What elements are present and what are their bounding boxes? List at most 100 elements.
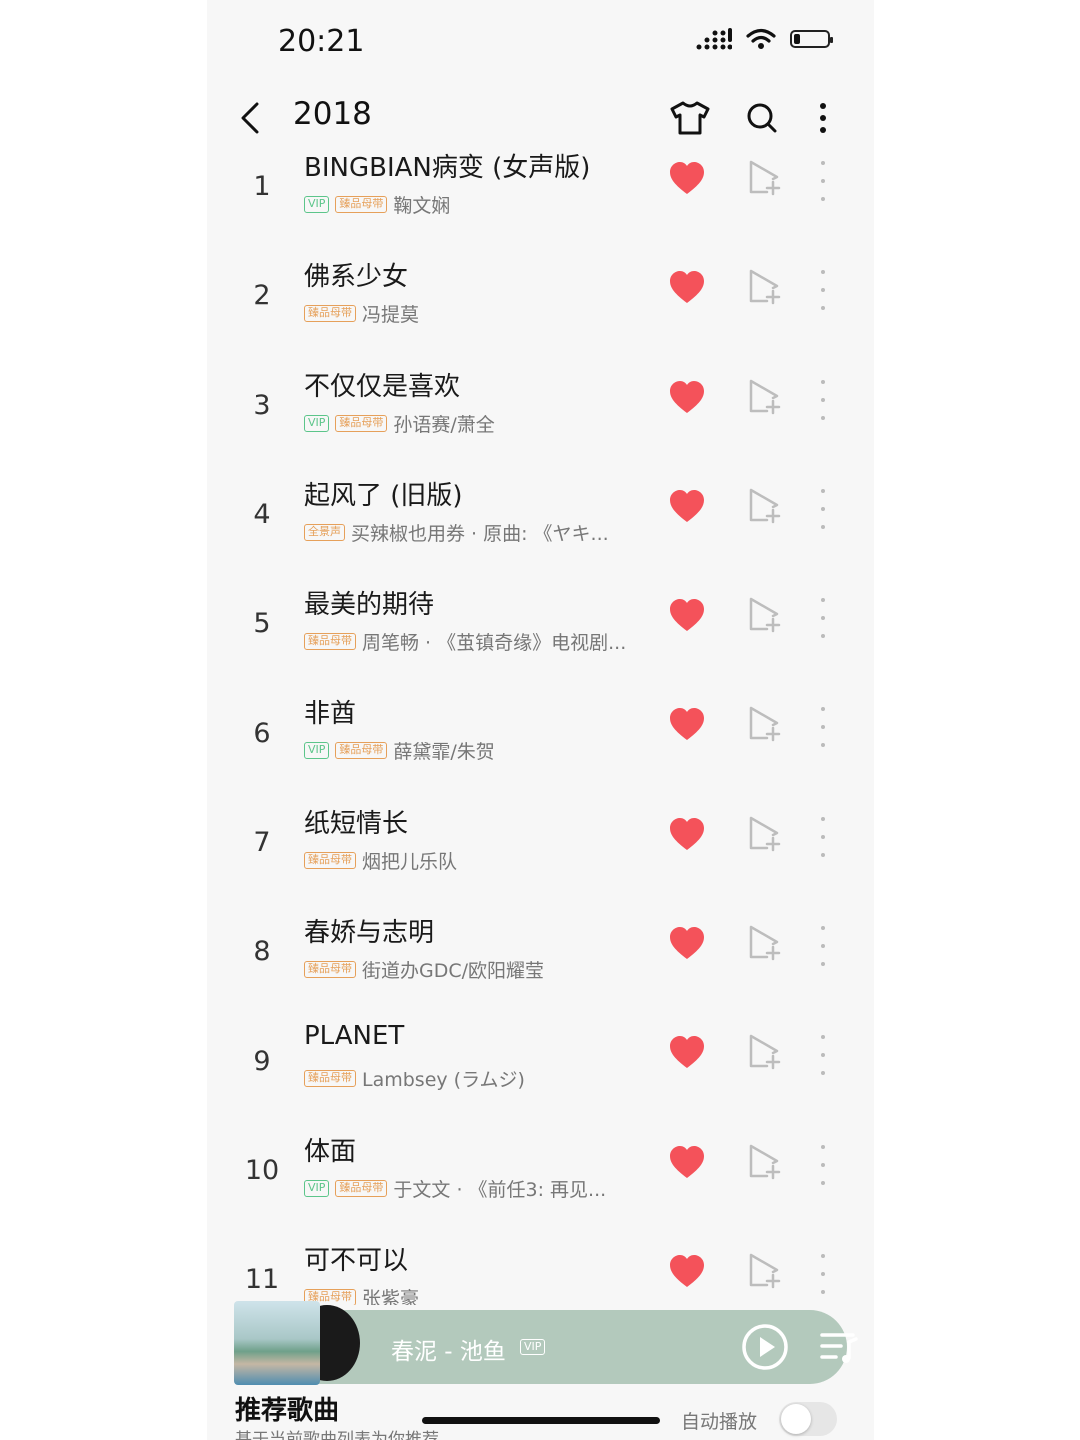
wifi-icon <box>746 28 776 49</box>
back-icon[interactable] <box>235 98 267 138</box>
song-meta: 全景声 买辣椒也用券 · 原曲: 《ヤキ... <box>304 519 609 546</box>
song-row[interactable]: 1 BINGBIAN病变 (女声版) VIP 臻品母带 鞠文娴 <box>207 145 874 234</box>
add-to-playlist-icon[interactable] <box>747 815 781 853</box>
song-more-icon[interactable] <box>813 1035 833 1076</box>
song-artist: 于文文 · 《前任3: 再见... <box>393 1178 607 1201</box>
heart-icon[interactable] <box>669 489 705 524</box>
song-title: 最美的期待 <box>304 590 435 621</box>
song-number: 11 <box>244 1264 280 1296</box>
heart-icon[interactable] <box>669 599 705 633</box>
song-row[interactable]: 7 纸短情长 臻品母带 烟把儿乐队 <box>207 781 874 890</box>
song-meta: 臻品母带 张紫豪 <box>304 1284 419 1305</box>
song-number: 9 <box>253 1045 271 1077</box>
song-more-icon[interactable] <box>813 488 833 529</box>
song-row[interactable]: 9 PLANET 臻品母带 Lambsey (ラムジ) <box>207 999 874 1108</box>
quality-badge: 臻品母带 <box>304 305 356 323</box>
song-more-icon[interactable] <box>813 707 833 748</box>
player-song-title: 春泥 - 池鱼 <box>391 1339 506 1365</box>
song-more-icon[interactable] <box>813 1144 833 1185</box>
song-list[interactable]: 1 BINGBIAN病变 (女声版) VIP 臻品母带 鞠文娴 2 佛系少女 臻品母… <box>207 145 874 1305</box>
song-more-icon[interactable] <box>813 1253 833 1294</box>
playlist-queue-icon[interactable] <box>819 1330 859 1366</box>
recommend-subtitle: 基于当前歌曲列表为你推荐 <box>235 1430 439 1440</box>
song-row[interactable]: 10 体面 VIP 臻品母带 于文文 · 《前任3: 再见... <box>207 1109 874 1218</box>
song-artist: 张紫豪 <box>362 1287 420 1305</box>
add-to-playlist-icon[interactable] <box>747 159 781 197</box>
song-row[interactable]: 6 非酋 VIP 臻品母带 薛黛霏/朱贺 <box>207 671 874 780</box>
song-number: 10 <box>244 1154 280 1186</box>
more-vertical-icon[interactable] <box>801 98 845 138</box>
heart-icon[interactable] <box>669 380 705 415</box>
song-number: 1 <box>253 171 271 203</box>
toggle-knob <box>781 1404 811 1434</box>
tshirt-icon[interactable] <box>668 98 712 138</box>
add-to-playlist-icon[interactable] <box>747 268 781 306</box>
song-more-icon[interactable] <box>813 379 833 420</box>
song-meta: VIP 臻品母带 于文文 · 《前任3: 再见... <box>304 1175 606 1202</box>
add-to-playlist-icon[interactable] <box>747 1143 781 1181</box>
heart-icon[interactable] <box>669 708 705 742</box>
heart-icon[interactable] <box>669 271 705 305</box>
song-artist: Lambsey (ラムジ) <box>362 1069 525 1092</box>
song-meta: 臻品母带 周笔畅 · 《茧镇奇缘》电视剧... <box>304 628 626 655</box>
song-row[interactable]: 2 佛系少女 臻品母带 冯提莫 <box>207 234 874 343</box>
play-icon[interactable] <box>741 1323 789 1371</box>
vip-badge: VIP <box>304 742 330 760</box>
add-to-playlist-icon[interactable] <box>747 1252 781 1290</box>
home-indicator[interactable] <box>422 1417 660 1424</box>
song-artist: 烟把儿乐队 <box>362 850 458 873</box>
signal-icon <box>696 28 732 50</box>
heart-icon[interactable] <box>669 927 705 961</box>
autoplay-toggle[interactable] <box>779 1402 837 1436</box>
quality-badge: 臻品母带 <box>304 851 356 869</box>
add-to-playlist-icon[interactable] <box>747 705 781 743</box>
song-meta: VIP 臻品母带 孙语赛/萧全 <box>304 410 495 437</box>
add-to-playlist-icon[interactable] <box>747 378 781 416</box>
search-icon[interactable] <box>740 98 784 138</box>
song-row[interactable]: 11 可不可以 臻品母带 张紫豪 <box>207 1218 874 1305</box>
add-to-playlist-icon[interactable] <box>747 596 781 634</box>
heart-icon[interactable] <box>669 1254 705 1289</box>
heart-icon[interactable] <box>669 1145 705 1180</box>
song-meta: VIP 臻品母带 鞠文娴 <box>304 191 450 218</box>
song-more-icon[interactable] <box>813 816 833 857</box>
song-meta: 臻品母带 烟把儿乐队 <box>304 847 457 874</box>
song-artist: 冯提莫 <box>362 304 420 327</box>
add-to-playlist-icon[interactable] <box>747 487 781 525</box>
quality-badge: 臻品母带 <box>304 1070 356 1088</box>
song-more-icon[interactable] <box>813 161 833 201</box>
heart-icon[interactable] <box>669 162 705 196</box>
song-title: 体面 <box>304 1136 357 1167</box>
quality-badge: 臻品母带 <box>335 742 388 760</box>
song-row[interactable]: 3 不仅仅是喜欢 VIP 臻品母带 孙语赛/萧全 <box>207 344 874 453</box>
heart-icon[interactable] <box>669 817 705 852</box>
vip-badge: VIP <box>304 1179 330 1197</box>
add-to-playlist-icon[interactable] <box>747 1033 781 1071</box>
quality-badge: 全景声 <box>304 523 345 541</box>
recommend-title: 推荐歌曲 <box>235 1396 340 1426</box>
song-artist: 周笔畅 · 《茧镇奇缘》电视剧... <box>362 632 627 655</box>
status-icons <box>696 28 833 50</box>
song-title: 春娇与志明 <box>304 918 435 949</box>
song-artist: 街道办GDC/欧阳耀莹 <box>362 960 545 983</box>
song-number: 7 <box>253 826 271 858</box>
add-to-playlist-icon[interactable] <box>747 924 781 962</box>
song-number: 4 <box>253 499 271 531</box>
song-title: PLANET <box>304 1021 405 1052</box>
battery-icon <box>790 30 833 48</box>
song-row[interactable]: 4 起风了 (旧版) 全景声 买辣椒也用券 · 原曲: 《ヤキ... <box>207 453 874 562</box>
quality-badge: 臻品母带 <box>335 196 388 213</box>
song-more-icon[interactable] <box>813 598 833 639</box>
song-number: 3 <box>253 389 271 421</box>
header: 2018 <box>207 92 874 144</box>
song-row[interactable]: 8 春娇与志明 臻品母带 街道办GDC/欧阳耀莹 <box>207 890 874 999</box>
quality-badge: 臻品母带 <box>335 414 388 432</box>
song-number: 8 <box>253 936 271 968</box>
song-more-icon[interactable] <box>813 270 833 311</box>
song-more-icon[interactable] <box>813 926 833 967</box>
heart-icon[interactable] <box>669 1036 705 1070</box>
page-title: 2018 <box>293 96 372 132</box>
album-cover[interactable] <box>234 1301 360 1385</box>
song-row[interactable]: 5 最美的期待 臻品母带 周笔畅 · 《茧镇奇缘》电视剧... <box>207 562 874 671</box>
player-vip-badge: VIP <box>520 1339 546 1355</box>
